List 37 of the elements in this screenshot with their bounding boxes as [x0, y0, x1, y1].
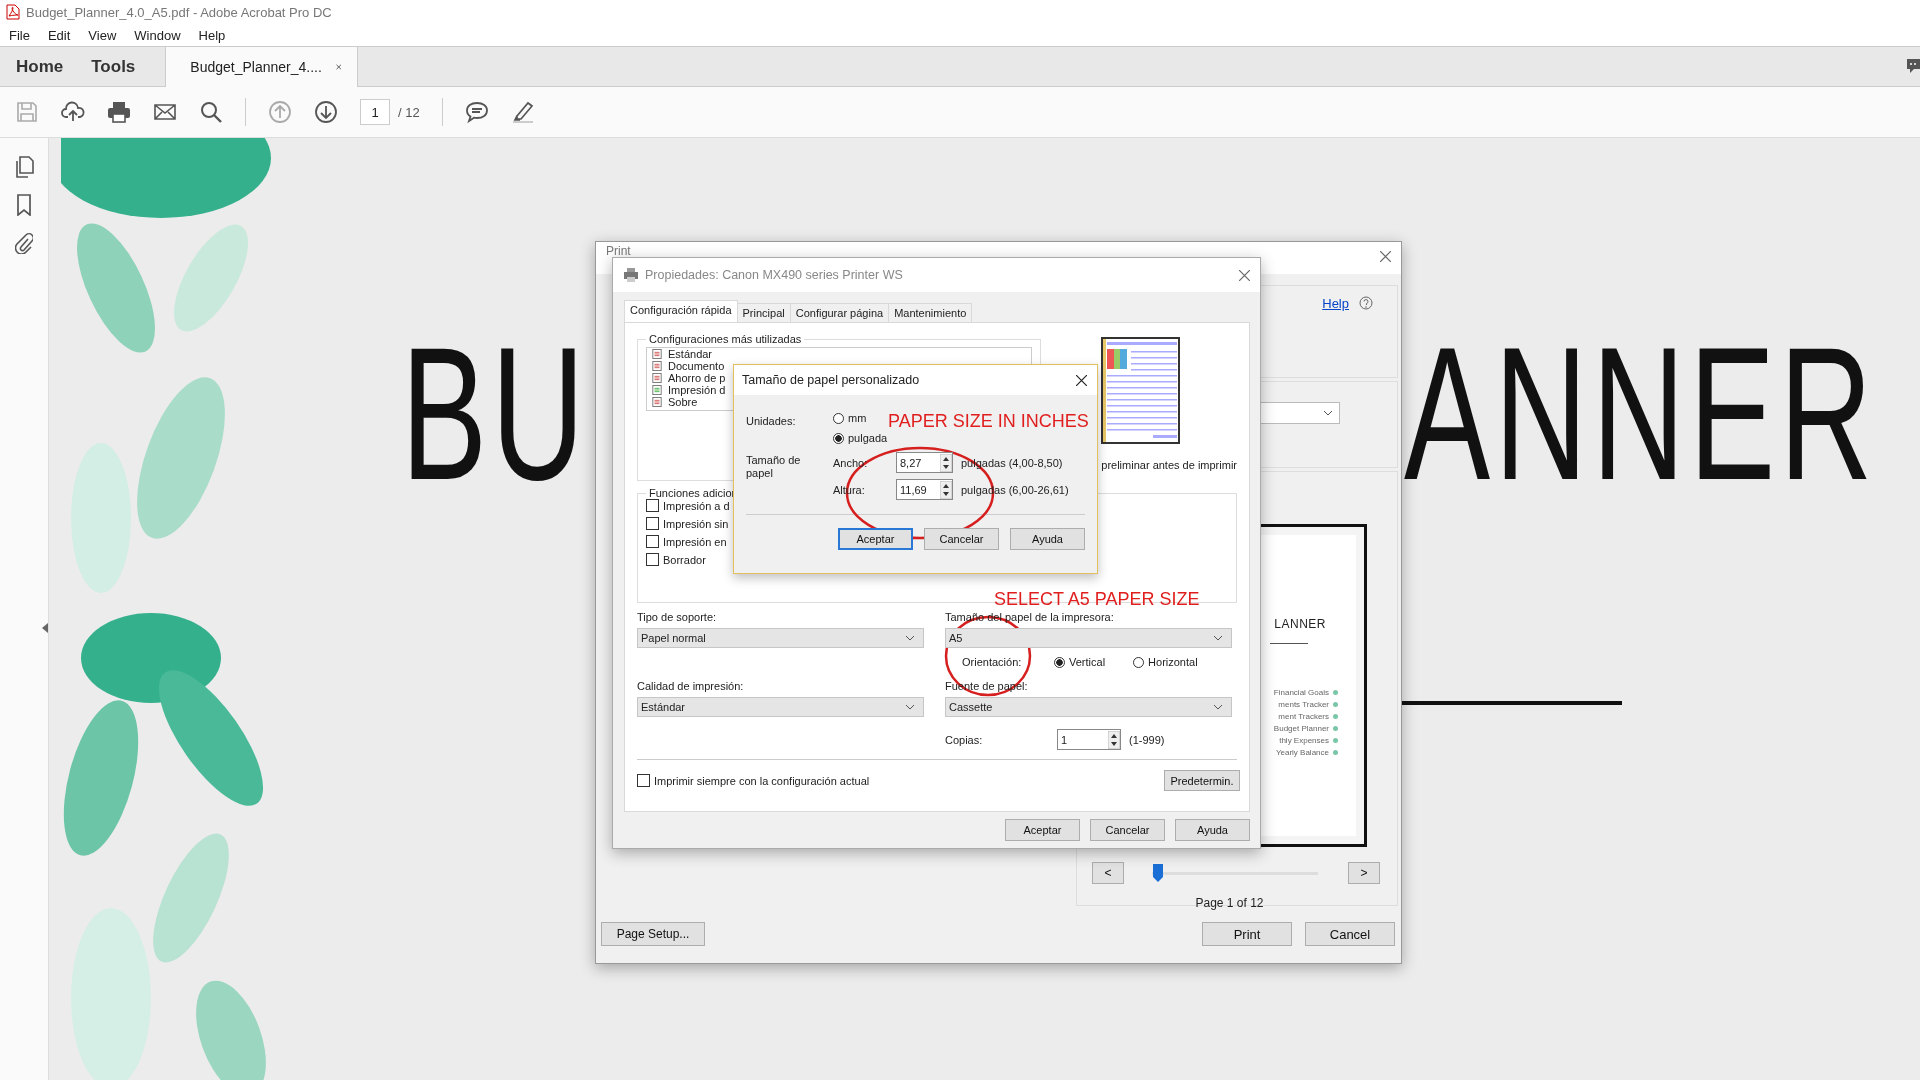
window-title: Budget_Planner_4.0_A5.pdf - Adobe Acrobat Pro DC: [26, 4, 332, 20]
radio-label: Vertical: [1069, 656, 1106, 668]
field-label: Orientación:: [962, 656, 1023, 668]
preview-text: ment Trackers: [1278, 712, 1329, 721]
checkbox-label: Impresión a d: [663, 499, 730, 512]
preview-text: Financial Goals: [1273, 688, 1329, 697]
page-indicator: Page 1 of 12: [1194, 896, 1265, 910]
checkbox-label: Borrador: [663, 553, 706, 566]
annotation-text: SELECT A5 PAPER SIZE: [994, 589, 1200, 610]
page-count: / 12: [398, 104, 420, 120]
preview-text: ments Tracker: [1278, 700, 1329, 709]
checkbox-label: Impresión en: [663, 535, 727, 548]
dialog-title: Print: [606, 244, 631, 258]
annotation-text: PAPER SIZE IN INCHES: [888, 411, 1089, 432]
checkbox-label: preliminar antes de imprimir: [1101, 459, 1237, 471]
document-title: BU: [401, 318, 589, 508]
radio-label: mm: [848, 412, 867, 424]
range-hint: (1-999): [1129, 733, 1165, 746]
checkbox-label: Imprimir siempre con la configuración actual: [654, 774, 870, 787]
field-label: Ancho:: [833, 456, 869, 469]
dialog-title: Tamaño de papel personalizado: [742, 373, 920, 387]
preview-heading: LANNER: [1274, 617, 1326, 631]
dialog-title: Propiedades: Canon MX490 series Printer WS: [645, 268, 903, 282]
radio-label: pulgada: [848, 432, 888, 444]
radio-label: Horizontal: [1148, 656, 1198, 668]
field-label: Tamaño de papel: [746, 453, 802, 481]
field-label: Tipo de soporte:: [637, 611, 718, 624]
group-label: Funciones adicior: [648, 487, 737, 499]
preview-text: Budget Planner: [1273, 724, 1329, 733]
field-label: Calidad de impresión:: [637, 680, 745, 693]
preview-text: Yearly Balance: [1275, 748, 1329, 757]
field-label: Unidades:: [746, 414, 797, 429]
group-label: Configuraciones más utilizadas: [648, 333, 803, 345]
checkbox-label: Impresión sin: [663, 517, 729, 530]
field-label: Copias:: [945, 733, 984, 746]
document-title: ANNER: [1404, 318, 1877, 508]
preview-text: thly Expenses: [1279, 736, 1329, 745]
